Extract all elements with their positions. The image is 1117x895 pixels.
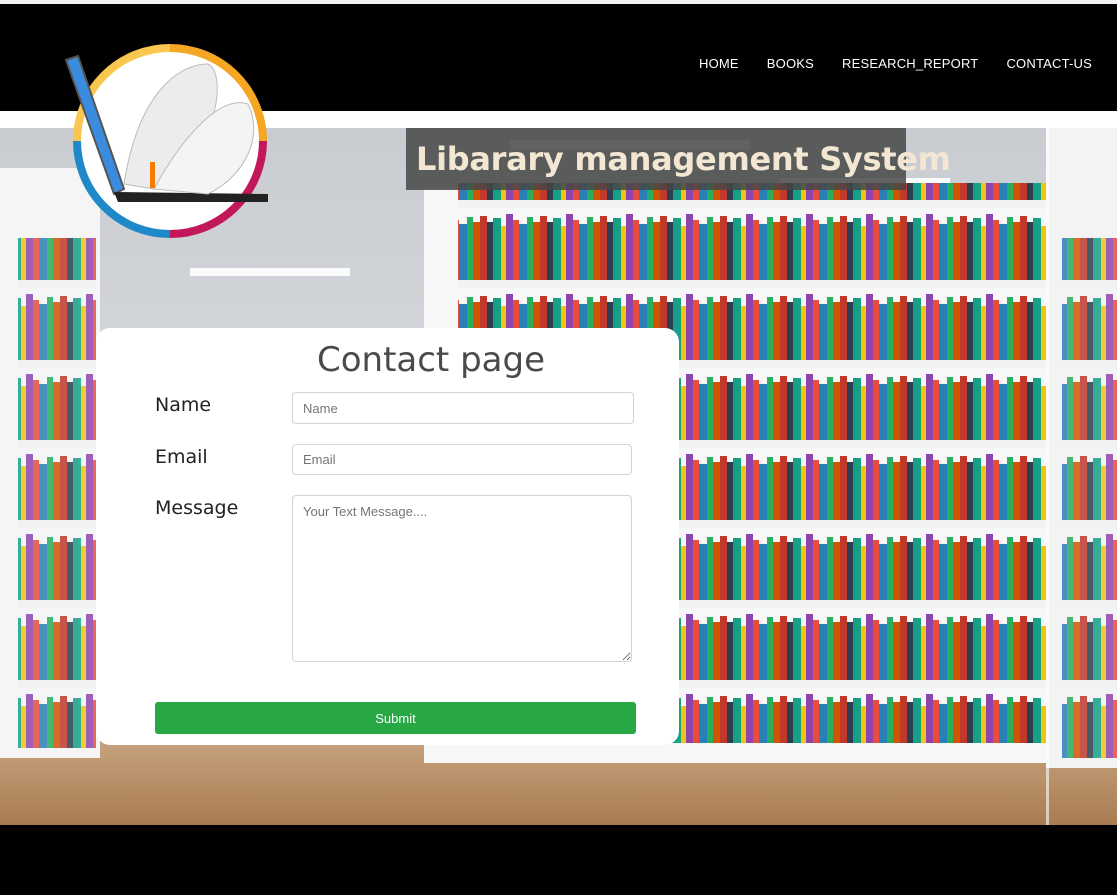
- email-label: Email: [155, 446, 208, 468]
- message-label: Message: [155, 497, 239, 519]
- site-title: Libarary management System: [416, 140, 951, 178]
- name-label: Name: [155, 394, 212, 416]
- nav-home[interactable]: HOME: [699, 56, 739, 71]
- name-input[interactable]: [292, 392, 634, 424]
- site-title-banner: Libarary management System: [406, 128, 951, 190]
- nav-research-report[interactable]: RESEARCH_REPORT: [842, 56, 978, 71]
- contact-heading: Contact page: [316, 340, 545, 380]
- nav-contact-us[interactable]: CONTACT-US: [1006, 56, 1092, 71]
- contact-card: Contact page Name Email Message Submit: [96, 328, 679, 745]
- nav-books[interactable]: BOOKS: [767, 56, 814, 71]
- message-textarea[interactable]: [292, 495, 632, 662]
- footer: [0, 825, 1117, 895]
- email-input[interactable]: [292, 444, 632, 475]
- library-logo-icon: [64, 44, 268, 238]
- main-nav: HOME BOOKS RESEARCH_REPORT CONTACT-US: [671, 56, 1092, 71]
- submit-button[interactable]: Submit: [155, 702, 636, 734]
